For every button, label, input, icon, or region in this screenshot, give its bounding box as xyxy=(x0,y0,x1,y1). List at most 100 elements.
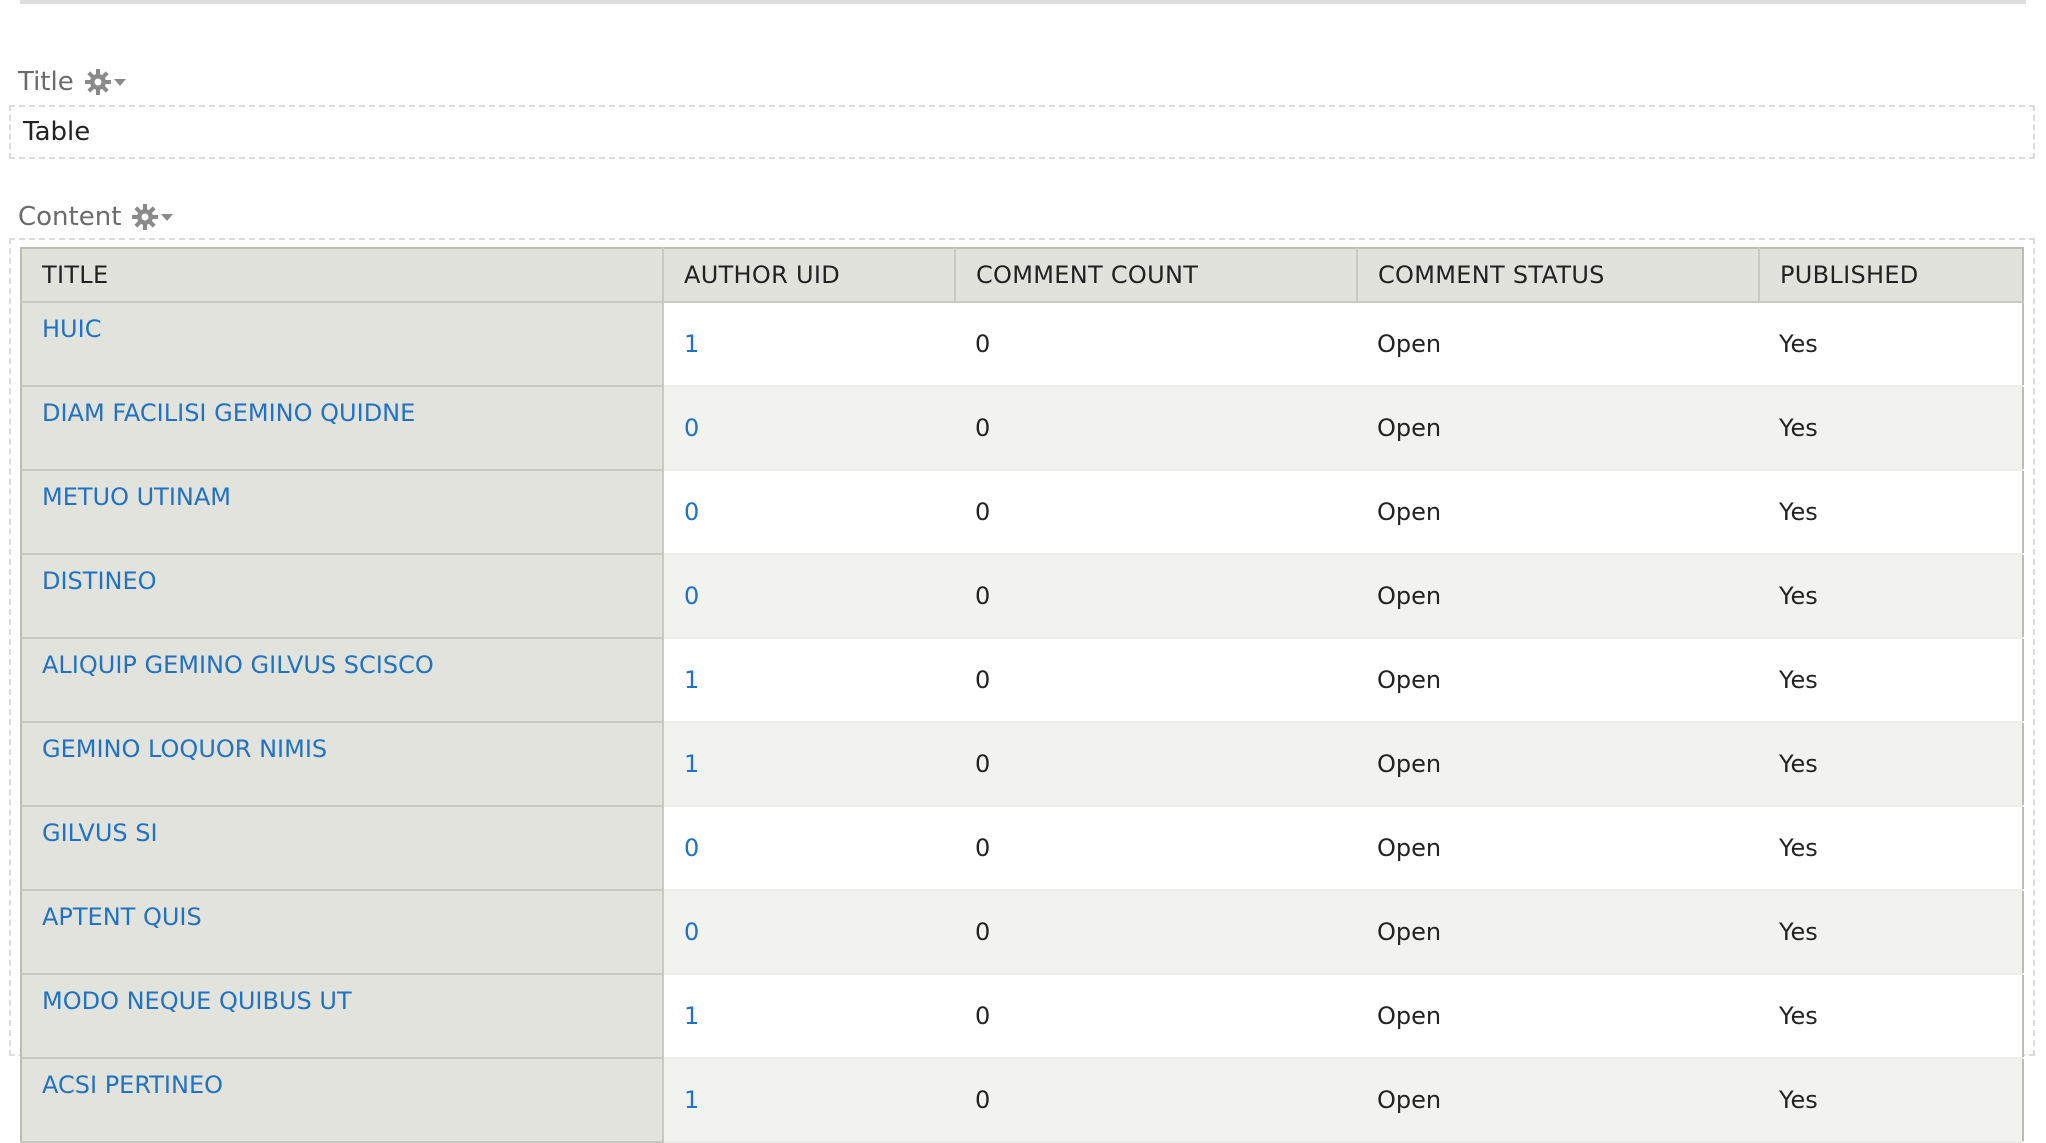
cell-title: METUO UTINAM xyxy=(21,470,664,555)
table-row: APTENT QUIS 0 0 Open Yes xyxy=(21,890,2023,975)
cell-published: Yes xyxy=(1759,890,2023,975)
table-row: GEMINO LOQUOR NIMIS 1 0 Open Yes xyxy=(21,722,2023,807)
content-region-label-text: Content xyxy=(18,202,122,232)
author-uid-link[interactable]: 1 xyxy=(684,750,699,778)
cell-published: Yes xyxy=(1759,554,2023,639)
author-uid-link[interactable]: 0 xyxy=(684,918,699,946)
cell-published: Yes xyxy=(1759,806,2023,891)
author-uid-link[interactable]: 1 xyxy=(684,666,699,694)
cell-comment-status: Open xyxy=(1357,1058,1759,1143)
node-title-link[interactable]: APTENT QUIS xyxy=(42,903,202,931)
node-title-link[interactable]: ALIQUIP GEMINO GILVUS SCISCO xyxy=(42,651,434,679)
author-uid-link[interactable]: 1 xyxy=(684,330,699,358)
table-header-row: TITLE AUTHOR UID COMMENT COUNT COMMENT S… xyxy=(21,248,2023,303)
gear-icon xyxy=(84,68,112,96)
cell-comment-count: 0 xyxy=(955,890,1357,975)
cell-published: Yes xyxy=(1759,638,2023,723)
cell-author-uid: 0 xyxy=(663,386,955,471)
author-uid-link[interactable]: 1 xyxy=(684,1002,699,1030)
node-title-link[interactable]: ACSI PERTINEO xyxy=(42,1071,223,1099)
table-row: METUO UTINAM 0 0 Open Yes xyxy=(21,470,2023,555)
table-row: GILVUS SI 0 0 Open Yes xyxy=(21,806,2023,891)
cell-comment-count: 0 xyxy=(955,554,1357,639)
table-header: TITLE AUTHOR UID COMMENT COUNT COMMENT S… xyxy=(21,248,2023,303)
cell-title: GEMINO LOQUOR NIMIS xyxy=(21,722,664,807)
content-region-settings-button[interactable] xyxy=(131,203,175,231)
top-divider xyxy=(20,0,2026,4)
table-row: ACSI PERTINEO 1 0 Open Yes xyxy=(21,1058,2023,1143)
cell-published: Yes xyxy=(1759,974,2023,1059)
cell-comment-count: 0 xyxy=(955,470,1357,555)
column-header-title: TITLE xyxy=(21,248,664,303)
cell-comment-count: 0 xyxy=(955,302,1357,387)
cell-title: MODO NEQUE QUIBUS UT xyxy=(21,974,664,1059)
cell-title: HUIC xyxy=(21,302,664,387)
author-uid-link[interactable]: 1 xyxy=(684,1086,699,1114)
node-title-link[interactable]: HUIC xyxy=(42,315,101,343)
cell-author-uid: 1 xyxy=(663,974,955,1059)
node-title-link[interactable]: METUO UTINAM xyxy=(42,483,231,511)
cell-title: DIAM FACILISI GEMINO QUIDNE xyxy=(21,386,664,471)
author-uid-link[interactable]: 0 xyxy=(684,834,699,862)
cell-author-uid: 1 xyxy=(663,302,955,387)
title-region: Table xyxy=(9,105,2035,159)
node-title-link[interactable]: DIAM FACILISI GEMINO QUIDNE xyxy=(42,399,415,427)
cell-author-uid: 0 xyxy=(663,806,955,891)
cell-published: Yes xyxy=(1759,1058,2023,1143)
cell-title: APTENT QUIS xyxy=(21,890,664,975)
author-uid-link[interactable]: 0 xyxy=(684,414,699,442)
cell-comment-status: Open xyxy=(1357,722,1759,807)
cell-comment-status: Open xyxy=(1357,386,1759,471)
table-row: DIAM FACILISI GEMINO QUIDNE 0 0 Open Yes xyxy=(21,386,2023,471)
cell-comment-status: Open xyxy=(1357,554,1759,639)
cell-author-uid: 0 xyxy=(663,470,955,555)
table-row: DISTINEO 0 0 Open Yes xyxy=(21,554,2023,639)
cell-published: Yes xyxy=(1759,470,2023,555)
author-uid-link[interactable]: 0 xyxy=(684,498,699,526)
cell-comment-status: Open xyxy=(1357,638,1759,723)
cell-comment-status: Open xyxy=(1357,890,1759,975)
cell-title: ACSI PERTINEO xyxy=(21,1058,664,1143)
cell-comment-count: 0 xyxy=(955,722,1357,807)
cell-author-uid: 1 xyxy=(663,1058,955,1143)
cell-author-uid: 1 xyxy=(663,722,955,807)
table-body: HUIC 1 0 Open Yes DIAM FACILISI GEMINO Q… xyxy=(21,302,2023,1143)
table-row: HUIC 1 0 Open Yes xyxy=(21,302,2023,387)
node-title-link[interactable]: MODO NEQUE QUIBUS UT xyxy=(42,987,352,1015)
cell-title: DISTINEO xyxy=(21,554,664,639)
cell-comment-count: 0 xyxy=(955,806,1357,891)
content-table: TITLE AUTHOR UID COMMENT COUNT COMMENT S… xyxy=(20,247,2024,1143)
page-title: Table xyxy=(23,117,91,147)
cell-author-uid: 1 xyxy=(663,638,955,723)
title-region-settings-button[interactable] xyxy=(84,68,128,96)
caret-down-icon xyxy=(159,211,175,223)
title-region-label: Title xyxy=(18,64,128,100)
cell-comment-count: 0 xyxy=(955,638,1357,723)
cell-published: Yes xyxy=(1759,302,2023,387)
cell-comment-count: 0 xyxy=(955,386,1357,471)
author-uid-link[interactable]: 0 xyxy=(684,582,699,610)
node-title-link[interactable]: GILVUS SI xyxy=(42,819,158,847)
caret-down-icon xyxy=(112,76,128,88)
cell-comment-status: Open xyxy=(1357,974,1759,1059)
cell-comment-count: 0 xyxy=(955,1058,1357,1143)
cell-comment-status: Open xyxy=(1357,806,1759,891)
title-region-label-text: Title xyxy=(18,67,74,97)
column-header-author-uid: AUTHOR UID xyxy=(663,248,956,303)
column-header-published: PUBLISHED xyxy=(1759,248,2023,303)
column-header-comment-status: COMMENT STATUS xyxy=(1357,248,1760,303)
table-row: ALIQUIP GEMINO GILVUS SCISCO 1 0 Open Ye… xyxy=(21,638,2023,723)
column-header-comment-count: COMMENT COUNT xyxy=(955,248,1358,303)
table-row: MODO NEQUE QUIBUS UT 1 0 Open Yes xyxy=(21,974,2023,1059)
cell-title: GILVUS SI xyxy=(21,806,664,891)
cell-author-uid: 0 xyxy=(663,890,955,975)
gear-icon xyxy=(131,203,159,231)
cell-comment-status: Open xyxy=(1357,302,1759,387)
node-title-link[interactable]: GEMINO LOQUOR NIMIS xyxy=(42,735,327,763)
cell-author-uid: 0 xyxy=(663,554,955,639)
cell-comment-status: Open xyxy=(1357,470,1759,555)
cell-title: ALIQUIP GEMINO GILVUS SCISCO xyxy=(21,638,664,723)
content-region-label: Content xyxy=(18,199,175,235)
cell-comment-count: 0 xyxy=(955,974,1357,1059)
node-title-link[interactable]: DISTINEO xyxy=(42,567,157,595)
